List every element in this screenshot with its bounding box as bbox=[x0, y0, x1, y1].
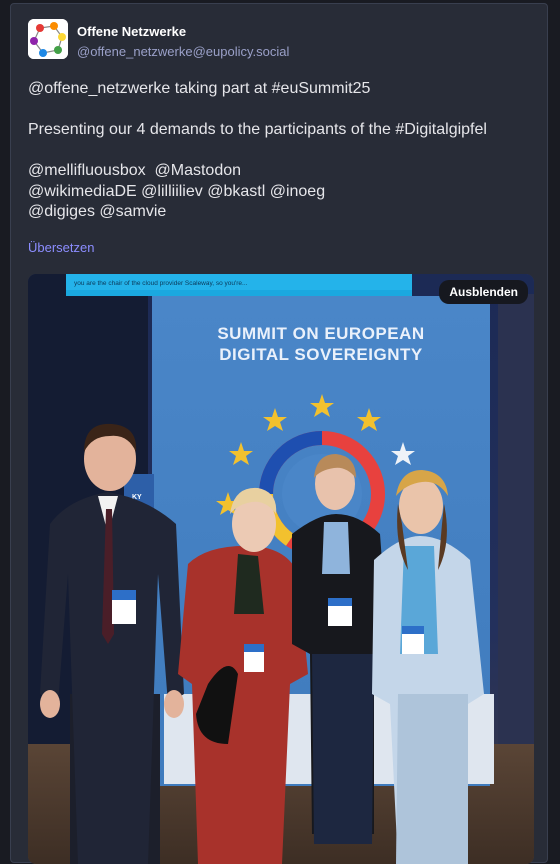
content-line: Presenting our 4 demands to the particip… bbox=[28, 120, 538, 141]
mention-link[interactable]: @bkastl bbox=[207, 183, 265, 200]
hashtag-link[interactable]: #euSummit25 bbox=[272, 80, 371, 97]
hide-media-button[interactable]: Ausblenden bbox=[439, 280, 528, 304]
content-text: Presenting our 4 demands to the particip… bbox=[28, 121, 396, 138]
photo-image: you are the chair of the cloud provider … bbox=[28, 274, 534, 864]
network-logo-icon bbox=[28, 19, 68, 59]
hashtag-link[interactable]: #Digitalgipfel bbox=[395, 121, 487, 138]
avatar[interactable] bbox=[28, 19, 68, 59]
mention-link[interactable]: @mellifluousbox bbox=[28, 162, 146, 179]
mention-link[interactable]: @wikimediaDE bbox=[28, 183, 137, 200]
mention-link[interactable]: @offene_netzwerke bbox=[28, 80, 170, 97]
screen-caption: you are the chair of the cloud provider … bbox=[74, 280, 248, 287]
display-name[interactable]: Offene Netzwerke bbox=[77, 24, 186, 39]
post-card[interactable]: Offene Netzwerke @offene_netzwerke@eupol… bbox=[10, 3, 548, 864]
mention-link[interactable]: @lilliiliev bbox=[141, 183, 203, 200]
content-text: taking part at bbox=[170, 80, 272, 97]
mention-link[interactable]: @digiges bbox=[28, 203, 95, 220]
account-handle[interactable]: @offene_netzwerke@eupolicy.social bbox=[77, 44, 289, 59]
post-content: @offene_netzwerke taking part at #euSumm… bbox=[28, 79, 538, 223]
content-mentions: @mellifluousbox @Mastodon @wikimediaDE @… bbox=[28, 161, 538, 223]
mention-link[interactable]: @samvie bbox=[99, 203, 166, 220]
banner-title-line2: DIGITAL SOVEREIGNTY bbox=[219, 345, 423, 364]
mention-link[interactable]: @Mastodon bbox=[155, 162, 242, 179]
banner-title-line1: SUMMIT ON EUROPEAN bbox=[217, 324, 424, 343]
translate-link[interactable]: Übersetzen bbox=[28, 240, 94, 255]
media-attachment[interactable]: you are the chair of the cloud provider … bbox=[28, 274, 534, 864]
content-line: @offene_netzwerke taking part at #euSumm… bbox=[28, 79, 538, 100]
mention-link[interactable]: @inoeg bbox=[270, 183, 325, 200]
